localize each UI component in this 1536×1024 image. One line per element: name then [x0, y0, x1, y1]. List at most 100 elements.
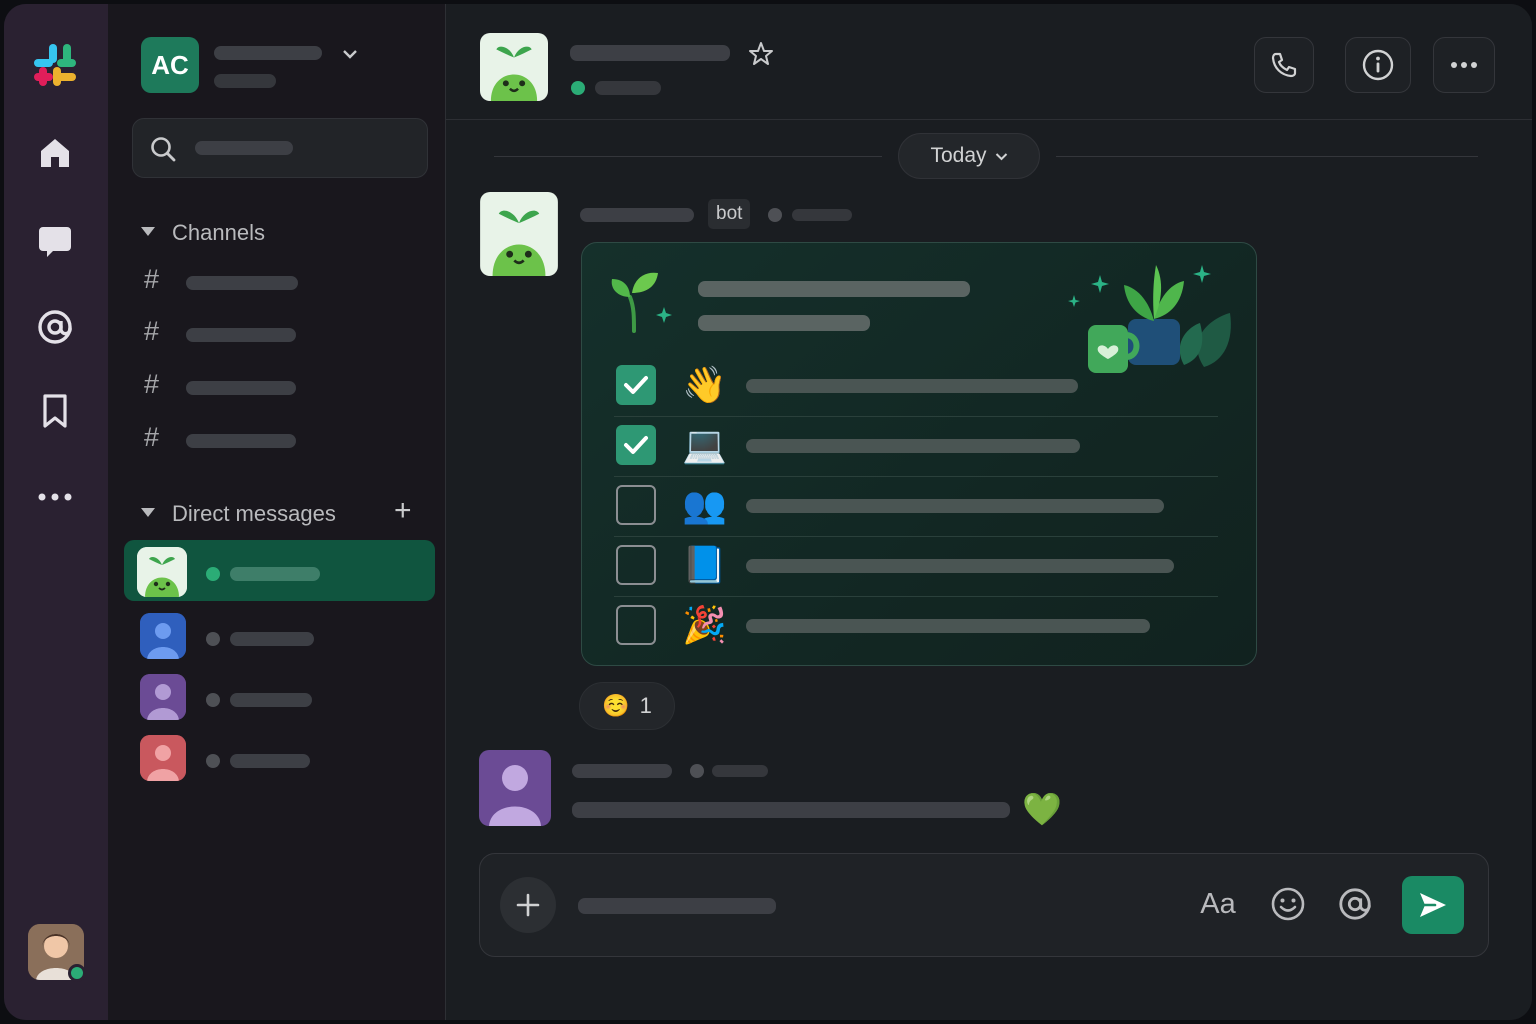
message-composer[interactable]: Aa [479, 853, 1489, 957]
separator-dot [768, 208, 782, 222]
dm-name [230, 632, 314, 646]
green-heart-emoji-icon: 💚 [1022, 791, 1062, 827]
mention-button[interactable] [1333, 882, 1377, 926]
dm-name [230, 567, 320, 581]
date-divider-label: Today [930, 144, 987, 167]
dm-name [230, 693, 312, 707]
separator-dot [690, 764, 704, 778]
sender-name[interactable] [580, 208, 694, 222]
emoji-button[interactable] [1266, 882, 1310, 926]
app-window: AC Channels # # # # Direct messages + To… [4, 4, 1532, 1020]
slack-logo-icon[interactable] [31, 41, 79, 89]
conversation-title[interactable] [570, 45, 730, 61]
avatar[interactable] [479, 750, 551, 826]
more-icon[interactable] [34, 476, 76, 518]
chevron-down-icon [995, 152, 1007, 160]
task-item[interactable]: 📘 [614, 537, 1218, 597]
avatar [140, 674, 186, 720]
task-checkbox-checked[interactable] [616, 365, 656, 405]
date-divider-line [1056, 156, 1478, 157]
task-checkbox-unchecked[interactable] [616, 545, 656, 585]
user-status-text [214, 74, 276, 88]
more-icon [1451, 62, 1477, 68]
channel-name [186, 434, 296, 448]
send-icon [1420, 893, 1446, 917]
channel-name [186, 276, 298, 290]
bot-badge: bot [708, 199, 751, 229]
channel-name [186, 381, 296, 395]
task-item[interactable]: 👋 [614, 357, 1218, 417]
conversation-header [446, 4, 1532, 120]
laptop-emoji-icon: 💻 [682, 424, 727, 465]
date-divider-button[interactable]: Today [898, 133, 1040, 179]
bookmark-icon[interactable] [34, 390, 76, 432]
task-text [746, 619, 1150, 633]
message-text [572, 802, 1010, 818]
caret-down-icon[interactable] [141, 508, 155, 517]
avatar [140, 735, 186, 781]
bot-avatar [137, 547, 187, 597]
call-button[interactable] [1254, 37, 1314, 93]
dm-name [230, 754, 310, 768]
people-emoji-icon: 👥 [682, 484, 727, 525]
task-text [746, 499, 1164, 513]
task-checkbox-unchecked[interactable] [616, 605, 656, 645]
date-divider-line [494, 156, 882, 157]
attach-button[interactable] [500, 877, 556, 933]
conversation-pane: Today bot 👋 💻 👥 📘 🎉 ☺️ 1 💚 Aa [446, 4, 1532, 1020]
task-text [746, 379, 1078, 393]
task-item[interactable]: 🎉 [614, 597, 1218, 657]
chevron-down-icon[interactable] [342, 48, 358, 60]
dm-section-label[interactable]: Direct messages [172, 501, 336, 527]
task-item[interactable]: 💻 [614, 417, 1218, 477]
at-icon [1339, 888, 1371, 920]
details-button[interactable] [1345, 37, 1411, 93]
caret-down-icon[interactable] [141, 227, 155, 236]
card-title [698, 281, 970, 297]
task-checkbox-checked[interactable] [616, 425, 656, 465]
dms-icon[interactable] [34, 220, 76, 262]
home-icon[interactable] [34, 132, 76, 174]
search-placeholder [195, 141, 293, 155]
checkmark-icon [624, 436, 648, 454]
workspace-rail [4, 4, 108, 1020]
bot-avatar[interactable] [480, 192, 558, 276]
presence-online-icon [571, 81, 585, 95]
search-input[interactable] [132, 118, 428, 178]
more-actions-button[interactable] [1433, 37, 1495, 93]
mentions-icon[interactable] [34, 306, 76, 348]
presence-online-icon [68, 964, 86, 982]
avatar [140, 613, 186, 659]
hash-icon: # [144, 422, 160, 452]
channel-sidebar: AC Channels # # # # Direct messages + [108, 4, 446, 1020]
composer-placeholder[interactable] [578, 898, 776, 914]
conversation-status [595, 81, 661, 95]
bot-avatar[interactable] [480, 33, 548, 101]
checklist-card: 👋 💻 👥 📘 🎉 [581, 242, 1257, 666]
workspace-icon[interactable]: AC [141, 37, 199, 93]
star-icon[interactable] [748, 41, 774, 67]
smiling-emoji-icon: ☺️ [602, 693, 630, 718]
task-text [746, 559, 1174, 573]
book-emoji-icon: 📘 [682, 544, 727, 585]
timestamp[interactable] [792, 209, 852, 221]
presence-away-icon [206, 632, 220, 646]
hash-icon: # [144, 369, 160, 399]
task-item[interactable]: 👥 [614, 477, 1218, 537]
sender-name[interactable] [572, 764, 672, 778]
task-checkbox-unchecked[interactable] [616, 485, 656, 525]
send-button[interactable] [1402, 876, 1464, 934]
hash-icon: # [144, 316, 160, 346]
timestamp[interactable] [712, 765, 768, 777]
search-icon [151, 137, 176, 162]
formatting-button[interactable]: Aa [1196, 882, 1240, 926]
reaction-pill[interactable]: ☺️ 1 [579, 682, 675, 730]
channel-name [186, 328, 296, 342]
emoji-icon [1271, 887, 1305, 921]
reaction-count: 1 [639, 693, 652, 718]
info-icon [1362, 49, 1394, 81]
add-dm-button[interactable]: + [394, 494, 412, 528]
workspace-name[interactable] [214, 46, 322, 60]
presence-away-icon [206, 754, 220, 768]
channels-section-label[interactable]: Channels [172, 220, 265, 246]
